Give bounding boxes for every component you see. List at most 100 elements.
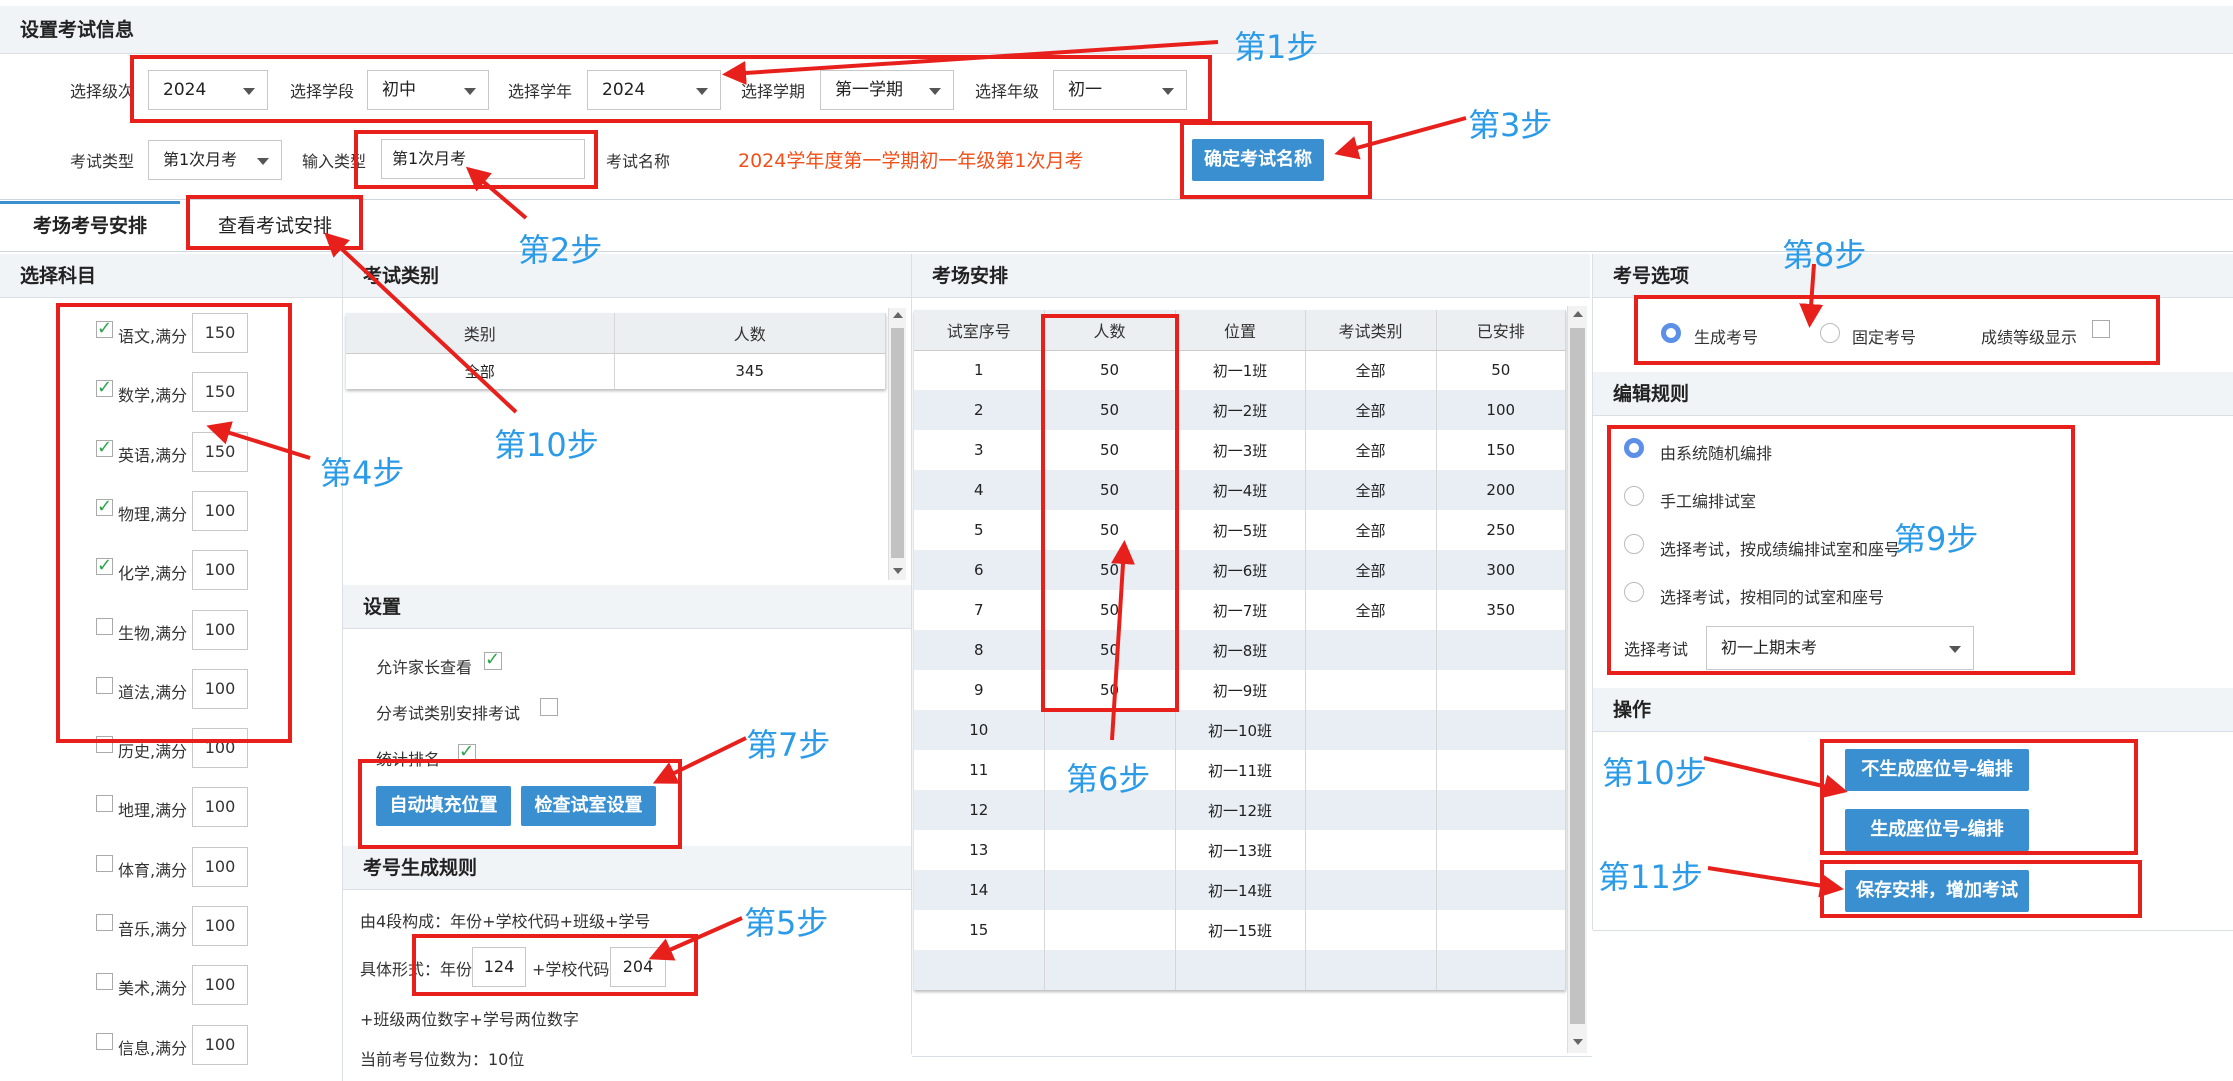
annotation-box-step5 <box>412 934 698 996</box>
table-row[interactable]: 1 50 初一1班 全部 50 <box>914 350 1566 390</box>
step-label-5: 第5步 <box>744 904 829 942</box>
table-cell: 初一12班 <box>1175 790 1306 830</box>
table-cell: 6 <box>914 550 1045 590</box>
table-row[interactable]: 13 初一13班 <box>914 830 1566 870</box>
table-cell <box>914 950 1045 990</box>
by-category-checkbox[interactable] <box>540 698 558 716</box>
allow-parent-label: 允许家长查看 <box>376 658 473 677</box>
table-cell <box>1305 710 1437 750</box>
table-cell: 13 <box>914 830 1045 870</box>
settings-title: 设置 <box>343 585 911 629</box>
scroll-up-icon <box>1573 311 1583 317</box>
table-cell: 全部 <box>1305 350 1437 390</box>
number-rule-title: 考号生成规则 <box>343 846 911 890</box>
table-cell: 10 <box>914 710 1045 750</box>
subject-score-input[interactable]: 100 <box>192 846 248 887</box>
subject-score-input[interactable]: 100 <box>192 965 248 1006</box>
by-category-label: 分考试类别安排考试 <box>376 704 521 723</box>
table-cell <box>1305 750 1437 790</box>
table-cell: 初一13班 <box>1175 830 1306 870</box>
scroll-thumb[interactable] <box>891 328 904 558</box>
subject-label: 地理,满分 <box>118 801 188 821</box>
table-cell: 初一8班 <box>1175 630 1306 670</box>
table-row[interactable]: 8 50 初一8班 <box>914 630 1566 670</box>
table-cell <box>1436 750 1566 790</box>
annotation-box-step6 <box>1041 314 1179 712</box>
tab-divider-bottom <box>0 251 2233 252</box>
subject-score-input[interactable]: 100 <box>192 1024 248 1065</box>
table-cell: 15 <box>914 910 1045 950</box>
allow-parent-checkbox[interactable]: ✓ <box>484 651 502 670</box>
table-row[interactable]: 9 50 初一9班 <box>914 670 1566 710</box>
table-cell: 初一15班 <box>1175 910 1306 950</box>
annotation-box-step2 <box>354 130 598 189</box>
table-row[interactable] <box>914 950 1566 990</box>
table-cell: 全部 <box>346 353 615 389</box>
annotation-box-step9 <box>1607 425 2075 675</box>
step-label-8: 第8步 <box>1782 236 1867 274</box>
table-row[interactable]: 12 初一12班 <box>914 790 1566 830</box>
table-cell <box>1436 710 1566 750</box>
table-row[interactable]: 3 50 初一3班 全部 150 <box>914 430 1566 470</box>
exam-info-title: 设置考试信息 <box>0 6 2233 54</box>
step-label-11: 第11步 <box>1598 858 1703 896</box>
table-cell: 2 <box>914 390 1045 430</box>
exam-type-label: 考试类型 <box>70 152 135 171</box>
step-label-9: 第9步 <box>1894 520 1979 558</box>
table-row[interactable]: 6 50 初一6班 全部 300 <box>914 550 1566 590</box>
operations-title: 操作 <box>1593 688 2233 732</box>
subject-checkbox[interactable] <box>96 795 113 813</box>
table-cell: 12 <box>914 790 1045 830</box>
subject-checkbox[interactable] <box>96 854 113 872</box>
table-cell: 初一9班 <box>1175 670 1306 710</box>
scroll-thumb[interactable] <box>1570 328 1585 1024</box>
table-cell: 全部 <box>1305 510 1437 550</box>
number-options-title: 考号选项 <box>1593 254 2233 298</box>
step-label-6: 第6步 <box>1066 760 1151 798</box>
annotation-box-step3 <box>1180 121 1372 199</box>
table-cell: 初一10班 <box>1175 710 1306 750</box>
number-rule-composition: 由4段构成：年份+学校代码+班级+学号 <box>360 912 651 931</box>
exam-name-label: 考试名称 <box>606 152 671 171</box>
subject-label: 信息,满分 <box>118 1038 188 1058</box>
table-cell: 100 <box>1436 390 1566 430</box>
table-row[interactable]: 14 初一14班 <box>914 870 1566 910</box>
subject-score-input[interactable]: 100 <box>192 787 248 828</box>
table-cell: 345 <box>614 353 886 389</box>
column-header: 试室序号 <box>914 310 1045 351</box>
table-cell <box>1044 910 1176 950</box>
exam-type-select[interactable]: 第1次月考 <box>148 140 282 180</box>
subject-score-input[interactable]: 100 <box>192 906 248 946</box>
table-row[interactable]: 4 50 初一4班 全部 200 <box>914 470 1566 510</box>
room-table: 试室序号 人数 位置 考试类别 已安排 1 50 初一1班 全部 50 2 50 初一2班 全部… <box>914 310 1566 990</box>
annotation-box-step11 <box>1820 860 2142 918</box>
exam-category-table: 类别 人数 全部 345 <box>346 313 886 389</box>
room-arrangement-title: 考场安排 <box>912 254 1590 298</box>
table-row[interactable]: 15 初一15班 <box>914 910 1566 950</box>
annotation-box-step1 <box>130 55 1212 123</box>
table-cell <box>1305 830 1437 870</box>
number-rule-suffix: +班级两位数字+学号两位数字 <box>360 1010 579 1029</box>
room-scrollbar[interactable] <box>1567 306 1587 1053</box>
table-cell: 50 <box>1436 350 1566 390</box>
tab-room-arrangement[interactable]: 考场考号安排 <box>0 201 180 251</box>
annotation-box-step8 <box>1634 295 2160 365</box>
table-cell: 初一11班 <box>1175 750 1306 790</box>
table-row[interactable]: 10 初一10班 <box>914 710 1566 750</box>
table-cell: 初一4班 <box>1175 470 1306 510</box>
step-label-10-tab: 第10步 <box>494 426 599 464</box>
table-cell: 14 <box>914 870 1045 910</box>
level-label: 选择级次 <box>70 82 135 101</box>
category-scrollbar[interactable] <box>888 308 906 580</box>
subject-checkbox[interactable] <box>96 1032 113 1050</box>
table-row[interactable]: 11 初一11班 <box>914 750 1566 790</box>
table-row[interactable]: 5 50 初一5班 全部 250 <box>914 510 1566 550</box>
subject-checkbox[interactable] <box>96 914 113 931</box>
table-cell: 全部 <box>1305 590 1437 630</box>
step-label-7: 第7步 <box>746 726 831 764</box>
subject-checkbox[interactable] <box>96 973 113 991</box>
table-row[interactable]: 2 50 初一2班 全部 100 <box>914 390 1566 430</box>
table-cell <box>1305 950 1437 990</box>
table-row[interactable]: 全部 345 <box>346 353 886 389</box>
table-row[interactable]: 7 50 初一7班 全部 350 <box>914 590 1566 630</box>
